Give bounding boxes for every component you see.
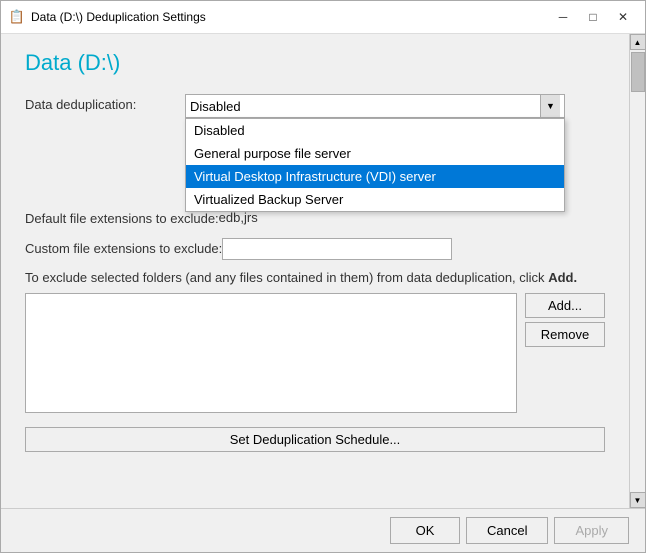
dropdown-item-vdi[interactable]: Virtual Desktop Infrastructure (VDI) ser… bbox=[186, 165, 564, 188]
minimize-button[interactable]: ─ bbox=[549, 7, 577, 27]
apply-button[interactable]: Apply bbox=[554, 517, 629, 544]
main-panel: Data (D:\) Data deduplication: Disabled … bbox=[1, 34, 629, 508]
remove-button[interactable]: Remove bbox=[525, 322, 605, 347]
window-controls: ─ □ ✕ bbox=[549, 7, 637, 27]
main-window: 📋 Data (D:\) Deduplication Settings ─ □ … bbox=[0, 0, 646, 553]
dropdown-item-gp[interactable]: General purpose file server bbox=[186, 142, 564, 165]
ok-button[interactable]: OK bbox=[390, 517, 460, 544]
cancel-button[interactable]: Cancel bbox=[466, 517, 548, 544]
list-buttons: Add... Remove bbox=[525, 293, 605, 413]
deduplication-select-value: Disabled bbox=[190, 99, 540, 114]
scrollbar: ▲ ▼ bbox=[629, 34, 645, 508]
list-area: Add... Remove bbox=[25, 293, 605, 413]
scroll-thumb[interactable] bbox=[631, 52, 645, 92]
custom-extensions-input[interactable] bbox=[222, 238, 452, 260]
maximize-button[interactable]: □ bbox=[579, 7, 607, 27]
scroll-up-arrow[interactable]: ▲ bbox=[630, 34, 646, 50]
chevron-down-icon: ▼ bbox=[540, 95, 560, 117]
add-button[interactable]: Add... bbox=[525, 293, 605, 318]
exclude-folders-list bbox=[25, 293, 517, 413]
page-title: Data (D:\) bbox=[25, 50, 605, 76]
deduplication-select[interactable]: Disabled ▼ bbox=[185, 94, 565, 118]
window-title: Data (D:\) Deduplication Settings bbox=[31, 10, 549, 24]
dropdown-menu: Disabled General purpose file server Vir… bbox=[185, 118, 565, 212]
bottom-bar: OK Cancel Apply bbox=[1, 508, 645, 552]
schedule-button[interactable]: Set Deduplication Schedule... bbox=[25, 427, 605, 452]
title-bar: 📋 Data (D:\) Deduplication Settings ─ □ … bbox=[1, 1, 645, 34]
deduplication-label: Data deduplication: bbox=[25, 94, 185, 114]
dropdown-item-disabled[interactable]: Disabled bbox=[186, 119, 564, 142]
custom-extensions-row: Custom file extensions to exclude: bbox=[25, 238, 605, 260]
deduplication-row: Data deduplication: Disabled ▼ Disabled … bbox=[25, 94, 605, 118]
exclude-folders-text: To exclude selected folders (and any fil… bbox=[25, 270, 605, 285]
close-button[interactable]: ✕ bbox=[609, 7, 637, 27]
content-area: Data (D:\) Data deduplication: Disabled … bbox=[1, 34, 645, 508]
deduplication-control: Disabled ▼ Disabled General purpose file… bbox=[185, 94, 605, 118]
dropdown-item-backup[interactable]: Virtualized Backup Server bbox=[186, 188, 564, 211]
window-icon: 📋 bbox=[9, 9, 25, 25]
custom-extensions-label: Custom file extensions to exclude: bbox=[25, 238, 222, 258]
scroll-down-arrow[interactable]: ▼ bbox=[630, 492, 646, 508]
